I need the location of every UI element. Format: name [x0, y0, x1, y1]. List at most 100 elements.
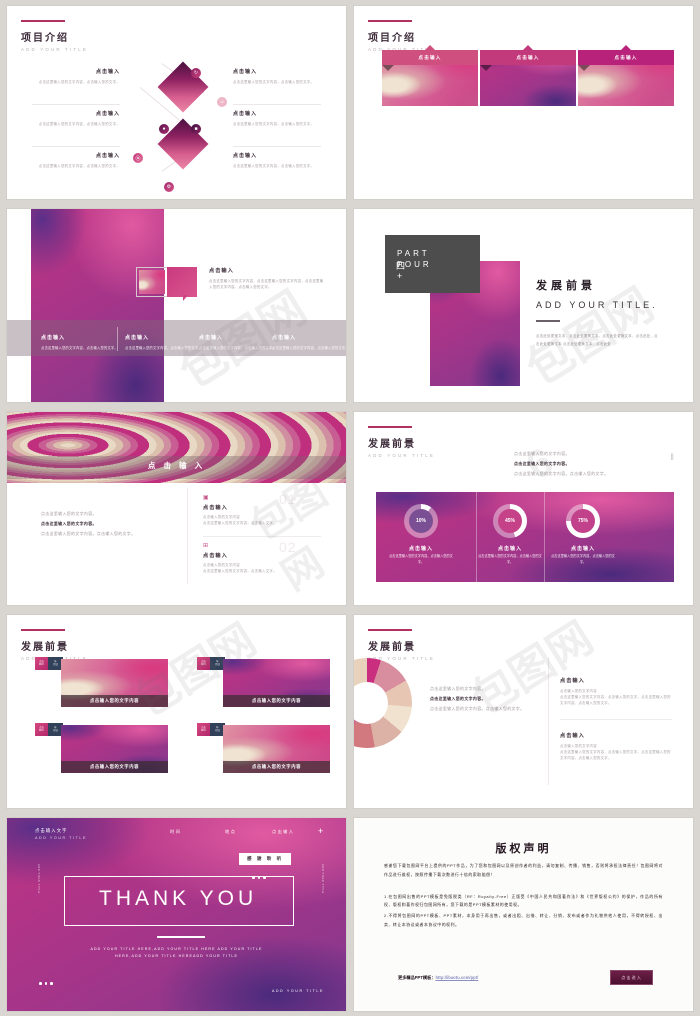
card-tab[interactable]: 点击输入: [578, 45, 674, 71]
tab-notch-icon: [523, 45, 533, 50]
callout-body: 点击这里输入您的文字内容，点击这里输入您的文字内容，点击这里输入您的文字内容，点…: [209, 279, 324, 289]
slide-6-donut-stats[interactable]: 发展前景 ADD YOUR TITLE 点击这里输入您的文字内容。 点击这里输入…: [354, 412, 693, 605]
stat-body: 点击这里输入您的文字内容，点击输入您的文字。: [551, 554, 615, 564]
plus-icon[interactable]: +: [318, 826, 323, 836]
point-item[interactable]: ▣ 点击输入 点击输入您的文字内容 点击这里输入您的文字内容，点击输入文字。: [203, 494, 319, 527]
title-accent-rule: [21, 629, 65, 631]
card[interactable]: 点击输入 点击输入您的文字内容点击这里输入您的文字内容，点击输入文字。: [382, 45, 478, 106]
list-item[interactable]: 点击输入 点击这里输入您的文字内容，点击输入您的文字。: [32, 68, 120, 85]
page-title: 项目介绍: [368, 33, 416, 44]
gear-icon[interactable]: ⚙: [164, 182, 174, 192]
card-tab[interactable]: 点击输入: [382, 45, 478, 71]
slide-7-four-images[interactable]: 发展前景 ADD YOUR TITLE 点击 MAY 年 月日 点击输入您的文字…: [7, 615, 346, 808]
stat-body: 点击这里输入您的文字内容，点击输入您的文字。: [478, 554, 542, 564]
chart-bar-icon[interactable]: ■: [191, 124, 201, 134]
list-item[interactable]: 点击输入 点击这里输入您的文字内容，点击输入您的文字。: [32, 110, 120, 127]
bar-item-heading: 点击输入: [272, 335, 297, 341]
card[interactable]: 点击输入 点击输入您的文字内容点击这里输入您的文字内容，点击输入文字。: [578, 45, 674, 106]
slide-1-project-intro-diamond[interactable]: 项目介绍 ADD YOUR TITLE 点击输入 点击这里输入您的文字内容，点击…: [7, 6, 346, 199]
card[interactable]: 点击输入 点击输入您的文字内容点击这里输入您的文字内容，点击输入文字。: [480, 45, 576, 106]
badge-sub-label: MAY: [200, 728, 206, 732]
lead-text: 点击这里输入您的文字内容。 点击这里输入您的文字内容。 点击这里输入您的文字内容…: [430, 685, 545, 712]
list-item[interactable]: 点击输入 点击这里输入您的文字内容，点击输入您的文字。: [233, 110, 321, 127]
badge-left: 点击 MAY: [35, 657, 48, 670]
part-line-1: PART: [397, 249, 430, 258]
image-card[interactable]: 点击输入您的文字内容: [61, 659, 168, 707]
divider: [32, 146, 120, 147]
card-tab[interactable]: 点击输入: [480, 45, 576, 71]
bar-item[interactable]: 点击输入 点击这里输入您的文字内容，点击输入您的文字。: [272, 327, 346, 351]
slide-title-block: 发展前景 ADD YOUR TITLE: [368, 426, 435, 458]
list-item[interactable]: 点击输入 点击这里输入您的文字内容，点击输入您的文字。: [233, 68, 321, 85]
title-accent-rule: [368, 20, 412, 22]
item-body: 点击这里输入您的文字内容，点击输入您的文字。: [233, 122, 315, 126]
item-heading: 点击输入: [233, 111, 258, 117]
point-bullet-2: 点击这里输入您的文字内容，点击输入您的文字。点击这里输入您的文字内容，点击输入您…: [560, 694, 671, 705]
copyright-paragraph-1: 感谢您下载包图网平台上提供的PPT作品，为了您和包图网以及原创作者的利益，请勿复…: [384, 863, 663, 877]
date-badge[interactable]: 点击 MAY 年 月日: [35, 657, 63, 670]
slide-10-copyright[interactable]: 版权声明 感谢您下载包图网平台上提供的PPT作品，为了您和包图网以及原创作者的利…: [354, 818, 693, 1011]
point-item[interactable]: 点击输入 点击输入您的文字内容 点击这里输入您的文字内容，点击输入您的文字。点击…: [560, 677, 672, 707]
refresh-icon[interactable]: ↻: [191, 68, 201, 78]
donut-label: 45%: [504, 518, 515, 524]
lead-line-2: 点击这里输入您的文字内容。: [514, 461, 570, 467]
point-item[interactable]: ⊞ 点击输入 点击输入您的文字内容 点击这里输入您的文字内容，点击输入文字。: [203, 542, 319, 575]
nav-item-place[interactable]: 地点: [225, 829, 236, 835]
card-tab-label: 点击输入: [418, 54, 442, 60]
list-item[interactable]: 点击输入 点击这里输入您的文字内容，点击输入您的文字。: [233, 152, 321, 169]
slide-9-thank-you[interactable]: 点击输入文字 ADD YOUR TITLE 时间 地点 点击输入 + 感 谢 聆…: [7, 818, 346, 1011]
footer-link[interactable]: http://ibaotu.com/ppt/: [435, 975, 478, 980]
diamond-shape-top: [157, 61, 209, 113]
image-card[interactable]: 点击输入您的文字内容: [61, 725, 168, 773]
card-tab-label: 点击输入: [516, 54, 540, 60]
lead-text: 点击这里输入您的文字内容。 点击这里输入您的文字内容。 点击这里输入您的文字内容…: [514, 450, 664, 477]
slide-2-project-intro-cards[interactable]: 项目介绍 ADD YOUR TITLE 点击输入 点击输入您的文字内容点击这里输…: [354, 6, 693, 199]
nav-item-time[interactable]: 时间: [170, 829, 181, 835]
date-badge[interactable]: 点击 MAY 年 月日: [35, 723, 63, 736]
bar-item[interactable]: 点击输入 点击这里输入您的文字内容，点击输入您的文字。: [125, 327, 203, 351]
footer-label-row: 更多精品PPT模板：http://ibaotu.com/ppt/: [398, 975, 478, 981]
part-label-box: PART FOUR 四 +: [385, 235, 480, 293]
divider: [233, 146, 321, 147]
thumbnail-frame: [136, 267, 168, 297]
copyright-body: 感谢您下载包图网平台上提供的PPT作品，为了您和包图网以及原创作者的利益，请勿复…: [384, 862, 663, 930]
slide-5-banner-points[interactable]: 点 击 输 入 点击这里输入您的文字内容。 点击这里输入您的文字内容。 点击这里…: [7, 412, 346, 605]
target-icon[interactable]: ⦿: [133, 153, 143, 163]
item-body: 点击这里输入您的文字内容，点击输入您的文字。: [233, 80, 315, 84]
slide-3-image-callout[interactable]: 点击输入 点击这里输入您的文字内容，点击这里输入您的文字内容，点击这里输入您的文…: [7, 209, 346, 402]
divider: [203, 536, 321, 537]
callout-pointer: [167, 267, 197, 297]
enter-button[interactable]: 点击进入: [610, 970, 653, 985]
point-item[interactable]: 点击输入 点击输入您的文字内容 点击这里输入您的文字内容，点击输入您的文字。点击…: [560, 732, 672, 762]
point-bullet-2: 点击这里输入您的文字内容，点击输入文字。: [203, 568, 277, 573]
badge-right-sub: 月日: [53, 728, 58, 732]
image-card[interactable]: 点击输入您的文字内容: [223, 725, 330, 773]
date-badge[interactable]: 点击 MAY 年 月日: [197, 657, 225, 670]
badge-left: 点击 MAY: [197, 657, 210, 670]
card-tab-label: 点击输入: [614, 54, 638, 60]
plus-icon: +: [397, 271, 403, 281]
stat-heading: 点击输入: [408, 546, 433, 552]
donut-label: 75%: [577, 518, 588, 524]
badge-right-sub: 月日: [215, 662, 220, 666]
bar-item[interactable]: 点击输入 点击这里输入您的文字内容，点击输入您的文字。: [41, 327, 119, 351]
bar-item[interactable]: 点击输入 点击这里输入您的文字内容，点击输入您的文字。: [199, 327, 277, 351]
person-idea-icon[interactable]: ☺: [217, 97, 227, 107]
date-badge[interactable]: 点击 MAY 年 月日: [197, 723, 225, 736]
lead-line-3: 点击这里输入您的文字内容。点击输入您的文字。: [430, 706, 525, 712]
hero-image: [31, 209, 164, 402]
ring-hole: [354, 682, 388, 724]
top-left-cn: 点击输入文字: [35, 828, 68, 833]
slide-title-block: 项目介绍 ADD YOUR TITLE: [21, 20, 88, 52]
slide-8-ring-two-points[interactable]: 发展前景 ADD YOUR TITLE 点击这里输入您的文字内容。 点击这里输入…: [354, 615, 693, 808]
image-card[interactable]: 点击输入您的文字内容: [223, 659, 330, 707]
item-body: 点击这里输入您的文字内容，点击输入您的文字。: [38, 80, 120, 84]
nav-item-input[interactable]: 点击输入: [272, 829, 294, 835]
slide-4-section-divider[interactable]: PART FOUR 四 + 发展前景 ADD YOUR TITLE. 点击此处更…: [354, 209, 693, 402]
item-body: 点击这里输入您的文字内容，点击输入您的文字。: [38, 122, 120, 126]
tab-notch-icon: [425, 45, 435, 50]
item-heading: 点击输入: [95, 153, 120, 159]
user-icon[interactable]: ●: [159, 124, 169, 134]
stat-heading: 点击输入: [570, 546, 595, 552]
list-item[interactable]: 点击输入 点击这里输入您的文字内容，点击输入您的文字。: [32, 152, 120, 169]
